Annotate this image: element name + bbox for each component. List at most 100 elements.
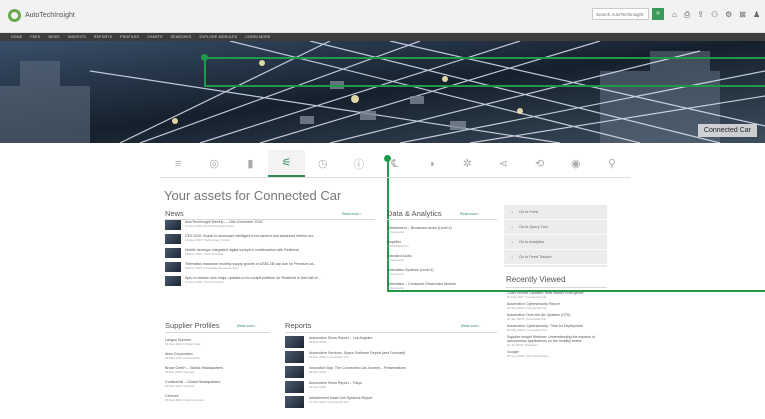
item-meta: Components [387, 272, 405, 276]
list-item[interactable]: Standard Audio Components [387, 254, 497, 266]
tab-powertrain[interactable]: ≡ [160, 150, 196, 177]
logo-icon [8, 9, 21, 22]
infotainment-icon: ⓘ [353, 158, 365, 171]
list-item[interactable]: Telematics – Consumer Electronics Module… [387, 282, 497, 294]
nav-item-learn[interactable]: LEARN MORE [245, 35, 270, 39]
list-item[interactable]: Automotive Cybersecurity Report 20 Sep 20… [507, 302, 607, 310]
list-item[interactable]: CES 2020: Bosch to showcase intelligent … [165, 234, 375, 246]
nav-item-feed[interactable]: FEED [30, 35, 40, 39]
report-thumbnail [285, 381, 304, 393]
list-item[interactable]: Continental – Global Headquarters 20 Dec … [165, 380, 265, 394]
brand-logo[interactable]: AutoTechInsight [8, 9, 75, 22]
data-analytics-divider [387, 219, 497, 220]
tab-sensors[interactable]: ◉ [558, 150, 594, 177]
tab-telematics[interactable]: ℄ [377, 150, 413, 177]
item-meta: 17 Nov 2016 | Connected Car [309, 400, 349, 404]
data-analytics-read-more[interactable]: Read more › [460, 212, 479, 216]
lock-icon[interactable]: ⊠ [739, 10, 746, 20]
report-thumbnail [285, 366, 304, 378]
tab-connected-car[interactable]: ⚟ [268, 150, 305, 177]
tab-interior[interactable]: ⋖ [485, 150, 521, 177]
link-label: Go to Query Tool [519, 225, 548, 229]
item-meta: 20 Nov 2016 [309, 385, 327, 389]
tab-semiconductors[interactable]: ⚲ [594, 150, 630, 177]
tab-safety[interactable]: ◷ [305, 150, 341, 177]
goto-feed-link[interactable]: → Go to Feed [504, 205, 607, 220]
reports-list: Automotive Show Report – Los Angeles 20 D… [285, 336, 495, 411]
list-item[interactable]: Telematics hardware monthly supply growt… [165, 262, 375, 274]
item-meta: 20 Sep 2016 | Connected Car [507, 306, 547, 310]
item-meta: 20 Aug 2017 | Connected Car [507, 295, 547, 299]
page-title: Your assets for Connected Car [164, 188, 342, 203]
tab-electrification[interactable]: ⟲ [522, 150, 558, 177]
supplier-profiles-read-more[interactable]: Read more › [237, 324, 256, 328]
nav-item-reports[interactable]: REPORTS [94, 35, 112, 39]
share-icon[interactable]: ⇪ [697, 10, 704, 20]
item-meta: 18 Dec 2016 | Technology Trends [185, 238, 230, 242]
item-meta: 20 Dec 2016 [309, 340, 327, 344]
list-item[interactable]: Automotive Cybersecurity: Time for Deplo… [507, 324, 607, 332]
item-meta: ADAS Platforms [387, 244, 409, 248]
list-item[interactable]: Brose GmbH – Global Headquarters 20 Dec 2… [165, 366, 265, 380]
list-item[interactable]: Cerence 20 Dec 2016 | North America [165, 394, 265, 408]
tab-body[interactable]: ▮ [232, 150, 268, 177]
news-list: AutoTechInsight Weekly — 16th December 2… [165, 220, 375, 290]
list-item[interactable]: Chart Vehicle Updates: Real Market Emerg… [507, 291, 607, 299]
lighting-icon: ◑ [427, 157, 435, 170]
list-item[interactable]: Langou Epimeer 14 Dec 2016 | Global View [165, 338, 265, 352]
item-title: Supplier Insight Webinar: Understanding … [507, 335, 595, 343]
reports-read-more[interactable]: Read more › [461, 324, 480, 328]
nav-item-explore[interactable]: EXPLORE MODULES [199, 35, 237, 39]
item-meta: 20 Dec 2016 | Europe [165, 384, 195, 388]
list-item[interactable]: AutoTechInsight Weekly — 16th December 2… [165, 220, 375, 232]
nav-item-searches[interactable]: SEARCHES [171, 35, 192, 39]
news-read-more[interactable]: Read more › [342, 212, 361, 216]
recently-viewed-list: Chart Vehicle Updates: Real Market Emerg… [507, 291, 607, 361]
item-meta: 20 Dec 2016 [309, 370, 327, 374]
search-input[interactable] [592, 8, 649, 20]
autonomous-icon: ✲ [462, 158, 472, 170]
list-item[interactable]: Innovation Day: The Connected Car Journe… [285, 366, 495, 380]
user-icon[interactable]: ⚇ [711, 10, 718, 20]
nav-item-profiles[interactable]: PROFILES [120, 35, 139, 39]
tab-chassis[interactable]: ◎ [196, 150, 232, 177]
callout-dot-top [201, 54, 208, 61]
search-button[interactable]: » [652, 8, 664, 20]
list-item[interactable]: Apto to release new major updates to its… [165, 276, 375, 288]
list-item[interactable]: Supplier Insight Webinar: Understanding … [507, 335, 607, 347]
print-icon[interactable]: ⎙ [684, 10, 690, 20]
nav-item-insights[interactable]: INSIGHTS [68, 35, 86, 39]
list-item[interactable]: Aisin Corporation 23 Dec 2016 | Asia-Paci… [165, 352, 265, 366]
list-item[interactable]: Infotainment – Broadcast audio (Level 4)… [387, 226, 497, 238]
list-item[interactable]: Automotive Show Report – Tokyo 20 Nov 201… [285, 381, 495, 395]
list-item[interactable]: Infotainment Head Unit Systems Report 17 … [285, 396, 495, 410]
home-icon[interactable]: ⌂ [672, 10, 677, 20]
list-item[interactable]: Google 05 Sep 2016 | Tech Developers [507, 350, 607, 358]
profile-icon[interactable]: ♟ [753, 10, 760, 20]
nav-item-home[interactable]: HOME [11, 35, 22, 39]
goto-query-tool-link[interactable]: → Go to Query Tool [504, 220, 607, 235]
top-header: AutoTechInsight » ⌂ ⎙ ⇪ ⚇ ⚙ ⊠ ♟ ⋯ [0, 0, 765, 33]
arrow-right-icon: → [509, 254, 514, 260]
news-heading: News [165, 209, 184, 218]
supplier-profiles-heading: Supplier Profiles [165, 321, 220, 330]
list-item[interactable]: Automotive Services, Space Software Repo… [285, 351, 495, 365]
list-item[interactable]: Mobile develops integrated digital cockp… [165, 248, 375, 260]
interior-icon: ⋖ [498, 158, 509, 170]
list-item[interactable]: Telematics Systems (Level 4) Components [387, 268, 497, 280]
list-item[interactable]: Automotive Over-the-Air Updates (OTA) 20 … [507, 313, 607, 321]
news-thumbnail [165, 220, 181, 230]
list-item[interactable]: Automotive Show Report – Los Angeles 20 D… [285, 336, 495, 350]
category-tabs: ≡ ◎ ▮ ⚟ ◷ ⓘ ℄ ◑ ✲ ⋖ ⟲ ◉ ⚲ [160, 150, 630, 178]
nav-item-charts[interactable]: CHARTS [147, 35, 163, 39]
tab-lighting[interactable]: ◑ [413, 150, 449, 177]
item-meta: 19 Dec 2016 | Tech Products [185, 252, 224, 256]
tab-infotainment[interactable]: ⓘ [341, 150, 377, 177]
list-item[interactable]: Amplifier ADAS Platforms [387, 240, 497, 252]
news-thumbnail [165, 262, 181, 272]
tab-autonomous[interactable]: ✲ [449, 150, 485, 177]
nav-item-news[interactable]: NEWS [48, 35, 59, 39]
goto-feed-tracker-link[interactable]: → Go to Feed Tracker [504, 250, 607, 265]
goto-analytics-link[interactable]: → Go to Analytics [504, 235, 607, 250]
settings-icon[interactable]: ⚙ [725, 10, 732, 20]
